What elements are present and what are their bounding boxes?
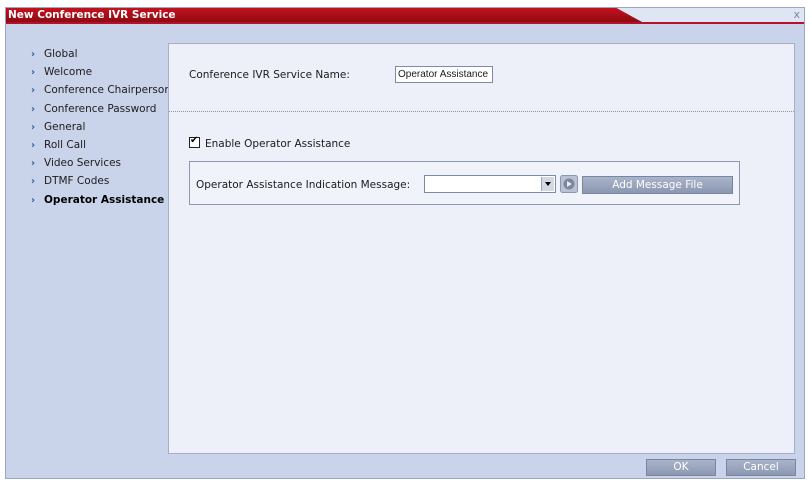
chevron-right-icon: › <box>31 194 36 206</box>
sidebar-nav: › Global › Welcome › Conference Chairperson… <box>31 45 171 209</box>
sidebar-item-roll-call[interactable]: › Roll Call <box>31 136 171 154</box>
chevron-right-icon: › <box>31 67 36 79</box>
sidebar-item-general[interactable]: › General <box>31 118 171 136</box>
sidebar-item-global[interactable]: › Global <box>31 45 171 63</box>
chevron-right-icon: › <box>31 158 36 170</box>
chevron-right-icon: › <box>31 176 36 188</box>
add-message-file-button[interactable]: Add Message File <box>582 176 733 194</box>
enable-operator-assistance-checkbox[interactable] <box>189 134 200 148</box>
window-title: New Conference IVR Service <box>8 9 176 21</box>
indication-message-label: Operator Assistance Indication Message: <box>196 179 411 191</box>
chevron-right-icon: › <box>31 49 36 60</box>
sidebar-item-welcome[interactable]: › Welcome <box>31 63 171 81</box>
title-underline <box>6 22 804 24</box>
divider <box>169 111 794 112</box>
cancel-button[interactable]: Cancel <box>726 459 796 476</box>
indication-message-group: Operator Assistance Indication Message: … <box>189 161 740 205</box>
sidebar-item-conference-password[interactable]: › Conference Password <box>31 100 171 118</box>
sidebar-item-label: Operator Assistance <box>44 193 165 206</box>
enable-operator-assistance-label: Enable Operator Assistance <box>205 138 351 150</box>
indication-message-select[interactable] <box>424 175 556 193</box>
enable-operator-assistance: Enable Operator Assistance <box>189 134 351 150</box>
service-name-label: Conference IVR Service Name: <box>189 69 350 81</box>
ok-button[interactable]: OK <box>646 459 716 476</box>
sidebar-item-video-services[interactable]: › Video Services <box>31 154 171 172</box>
sidebar-item-label: Welcome <box>44 66 93 79</box>
sidebar-item-label: Roll Call <box>44 138 87 151</box>
dialog-window: New Conference IVR Service x › Global › We… <box>5 7 805 479</box>
chevron-right-icon: › <box>31 103 36 115</box>
sidebar-item-label: Video Services <box>44 157 122 170</box>
sidebar-item-label: General <box>44 120 86 133</box>
speaker-play-icon[interactable] <box>560 175 578 193</box>
sidebar-item-label: DTMF Codes <box>44 175 110 188</box>
sidebar-item-label: Conference Password <box>44 102 157 115</box>
chevron-right-icon: › <box>31 139 36 151</box>
service-name-input[interactable]: Operator Assistance <box>395 66 493 83</box>
chevron-right-icon: › <box>31 85 36 97</box>
title-bar[interactable]: New Conference IVR Service x <box>6 8 804 22</box>
sidebar-item-label: Global <box>44 48 78 60</box>
sidebar-item-conference-chairperson[interactable]: › Conference Chairperson <box>31 81 171 99</box>
chevron-right-icon: › <box>31 121 36 133</box>
sidebar-item-label: Conference Chairperson <box>44 84 171 97</box>
content-panel: Conference IVR Service Name: Operator As… <box>168 43 795 454</box>
sidebar-item-operator-assistance[interactable]: › Operator Assistance <box>31 191 171 209</box>
close-icon[interactable]: x <box>793 8 800 22</box>
chevron-down-icon[interactable] <box>541 177 554 191</box>
sidebar-item-dtmf-codes[interactable]: › DTMF Codes <box>31 172 171 190</box>
